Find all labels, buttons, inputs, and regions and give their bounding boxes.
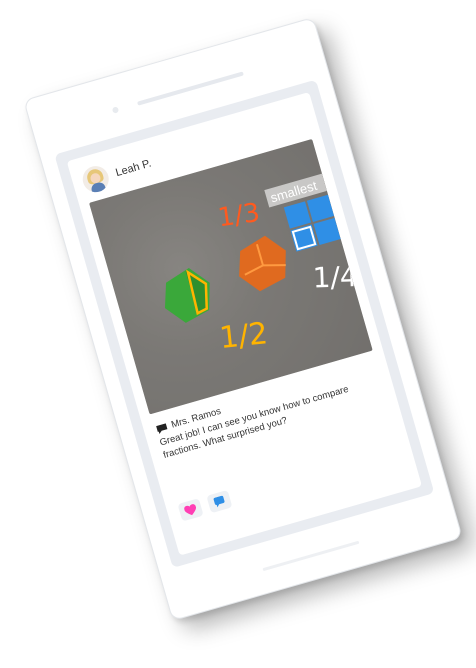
home-indicator: [262, 540, 360, 572]
student-avatar[interactable]: [79, 163, 112, 196]
heart-icon: [184, 503, 196, 515]
speaker-grille: [137, 71, 244, 106]
phone-frame: Leah P. smallest 1/3 1/2 1/4 Mrs. Ramos …: [23, 16, 463, 622]
author-name[interactable]: Leah P.: [114, 158, 152, 180]
reaction-bar: [177, 489, 233, 522]
one-fourth-label: 1/4: [312, 260, 358, 295]
reply-button[interactable]: [206, 489, 233, 514]
comment-icon: [213, 495, 225, 507]
like-button[interactable]: [177, 498, 204, 522]
phone-screen: Leah P. smallest 1/3 1/2 1/4 Mrs. Ramos …: [54, 79, 435, 568]
one-third-label: 1/3: [216, 198, 262, 234]
front-camera: [111, 106, 120, 114]
post-card: Leah P. smallest 1/3 1/2 1/4 Mrs. Ramos …: [66, 92, 423, 556]
speech-bubble-icon: [156, 422, 168, 434]
one-half-label: 1/2: [218, 316, 270, 356]
